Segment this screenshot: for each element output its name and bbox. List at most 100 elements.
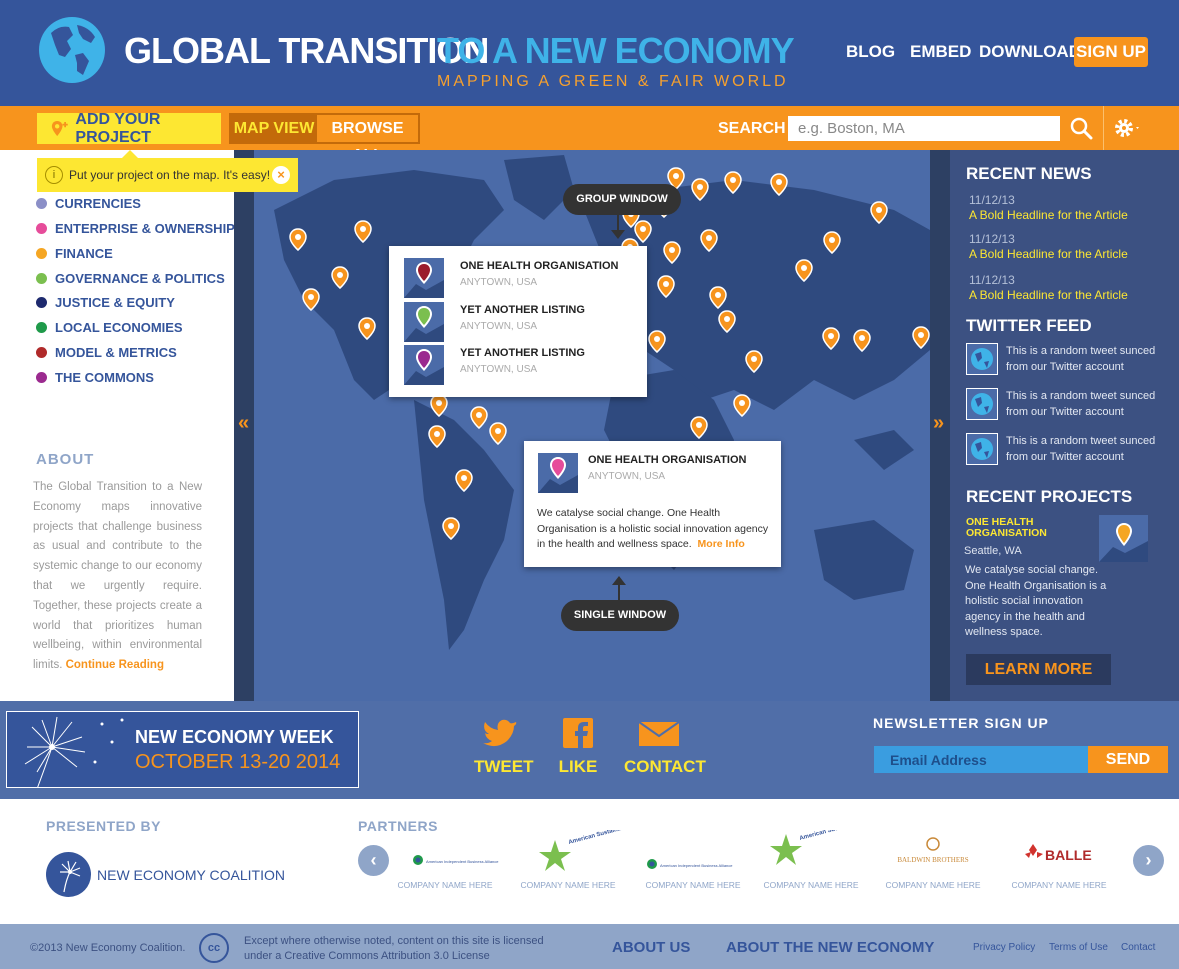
project-pin-icon[interactable] [709,286,727,309]
more-info-link[interactable]: More Info [698,538,745,550]
project-pin-icon[interactable] [455,469,473,492]
project-pin-icon[interactable] [733,394,751,417]
settings-gear-icon[interactable] [1113,116,1143,140]
category-filter-item[interactable]: JUSTICE & EQUITY [36,295,175,310]
tweet-text[interactable]: This is a random tweet sunced from our T… [1006,389,1161,420]
learn-more-button[interactable]: LEARN MORE [966,654,1111,685]
project-pin-icon[interactable] [691,178,709,201]
recent-project-thumbnail[interactable] [1099,515,1148,562]
partner-logo-baldwin[interactable]: BALDWIN BROTHERS [878,830,988,875]
group-listing-1[interactable]: ONE HEALTH ORGANISATION ANYTOWN, USA [404,258,634,298]
tweet-text[interactable]: This is a random tweet sunced from our T… [1006,434,1161,465]
news-headline-link[interactable]: A Bold Headline for the Article [969,288,1128,302]
browse-all-tab[interactable]: BROWSE ALL [317,115,418,164]
project-pin-icon[interactable] [823,231,841,254]
terms-of-use-link[interactable]: Terms of Use [1049,942,1108,953]
partner-logo-asbc[interactable]: American Sustainable Business Council [756,806,912,875]
project-pin-icon[interactable] [690,416,708,439]
nav-embed-link[interactable]: EMBED [910,42,971,62]
category-filter-item[interactable]: CURRENCIES [36,196,141,211]
partners-prev-button[interactable]: ‹ [358,845,389,876]
about-us-link[interactable]: ABOUT US [612,939,690,956]
contact-link[interactable]: Contact [1121,942,1155,953]
category-filter-item[interactable]: MODEL & METRICS [36,345,177,360]
like-share-button[interactable]: LIKE [557,718,599,777]
banner-dates: OCTOBER 13-20 2014 [135,751,341,773]
category-filter-item[interactable]: GOVERNANCE & POLITICS [36,271,225,286]
category-filter-item[interactable]: FINANCE [36,246,113,261]
project-pin-icon[interactable] [489,422,507,445]
project-pin-icon[interactable] [354,220,372,243]
new-economy-coalition-link[interactable]: NEW ECONOMY COALITION [97,867,285,883]
project-pin-icon[interactable] [634,220,652,243]
project-pin-icon[interactable] [470,406,488,429]
partner-logo-amiba[interactable]: American Independent Business Alliance [638,830,748,875]
project-pin-icon[interactable] [442,517,460,540]
project-pin-icon[interactable] [912,326,930,349]
news-headline-link[interactable]: A Bold Headline for the Article [969,247,1128,261]
category-filter-item[interactable]: THE COMMONS [36,370,154,385]
category-filter-item[interactable]: LOCAL ECONOMIES [36,320,183,335]
banner-title: NEW ECONOMY WEEK [135,727,334,747]
project-pin-icon[interactable] [724,171,742,194]
tweet-share-button[interactable]: TWEET [474,718,534,777]
collapse-right-icon[interactable]: » [933,412,944,435]
add-project-button[interactable]: ADD YOUR PROJECT [37,111,221,146]
continue-reading-link[interactable]: Continue Reading [66,659,164,671]
about-new-economy-link[interactable]: ABOUT THE NEW ECONOMY [726,939,934,956]
privacy-policy-link[interactable]: Privacy Policy [973,942,1035,953]
partner-logo-asbc[interactable]: American Sustainable Business Council [513,810,681,875]
project-pin-icon[interactable] [648,330,666,353]
listing-location: ANYTOWN, USA [460,277,538,288]
group-listing-3[interactable]: YET ANOTHER LISTING ANYTOWN, USA [404,345,634,385]
creative-commons-icon[interactable]: cc [199,933,229,963]
project-pin-icon[interactable] [358,317,376,340]
project-pin-icon[interactable] [428,425,446,448]
newsletter-send-button[interactable]: SEND [1088,746,1168,773]
category-color-dot [36,248,47,259]
news-headline-link[interactable]: A Bold Headline for the Article [969,208,1128,222]
project-pin-icon[interactable] [795,259,813,282]
project-pin-icon[interactable] [745,350,763,373]
globe-logo-icon[interactable] [37,15,107,85]
project-pin-icon[interactable] [770,173,788,196]
new-economy-coalition-logo-icon[interactable] [46,852,91,897]
project-pin-icon[interactable] [870,201,888,224]
listing-name[interactable]: ONE HEALTH ORGANISATION [588,454,746,466]
partners-next-button[interactable]: › [1133,845,1164,876]
group-listing-2[interactable]: YET ANOTHER LISTING ANYTOWN, USA [404,302,634,342]
partner-logo-amiba[interactable]: American Independent Business Alliance [390,830,500,875]
search-icon[interactable] [1069,116,1093,140]
project-pin-icon[interactable] [430,394,448,417]
partner-logo-text: American Independent Business Alliance [426,859,499,864]
project-pin-icon[interactable] [700,229,718,252]
project-pin-icon[interactable] [657,275,675,298]
map-view-tab[interactable]: MAP VIEW [231,115,317,142]
project-pin-icon[interactable] [718,310,736,333]
info-icon: i [45,166,63,184]
partner-name: COMPANY NAME HERE [520,880,616,890]
partner-logo-balle[interactable]: BALLE [1004,830,1114,875]
project-pin-icon[interactable] [289,228,307,251]
search-input[interactable] [788,116,1060,141]
site-title-secondary[interactable]: TO A NEW ECONOMY [437,30,795,72]
site-title-primary[interactable]: GLOBAL TRANSITION [124,30,489,72]
project-pin-icon[interactable] [302,288,320,311]
recent-project-description: We catalyse social change. One Health Or… [965,564,1107,638]
newsletter-email-input[interactable] [874,746,1088,773]
project-pin-icon[interactable] [853,329,871,352]
search-label: SEARCH [718,120,786,137]
nav-blog-link[interactable]: BLOG [846,42,895,62]
collapse-left-icon[interactable]: « [238,412,249,435]
recent-project-name[interactable]: ONE HEALTH ORGANISATION [966,517,1066,539]
close-icon[interactable]: × [272,166,290,184]
category-filter-item[interactable]: ENTERPRISE & OWNERSHIP [36,221,235,236]
tweet-text[interactable]: This is a random tweet sunced from our T… [1006,344,1161,375]
project-pin-icon[interactable] [822,327,840,350]
project-pin-icon[interactable] [663,241,681,264]
new-economy-week-banner[interactable] [6,711,359,788]
nav-download-link[interactable]: DOWNLOAD [979,42,1081,62]
signup-button[interactable]: SIGN UP [1074,37,1148,67]
project-pin-icon[interactable] [331,266,349,289]
contact-button[interactable]: CONTACT [624,718,706,777]
